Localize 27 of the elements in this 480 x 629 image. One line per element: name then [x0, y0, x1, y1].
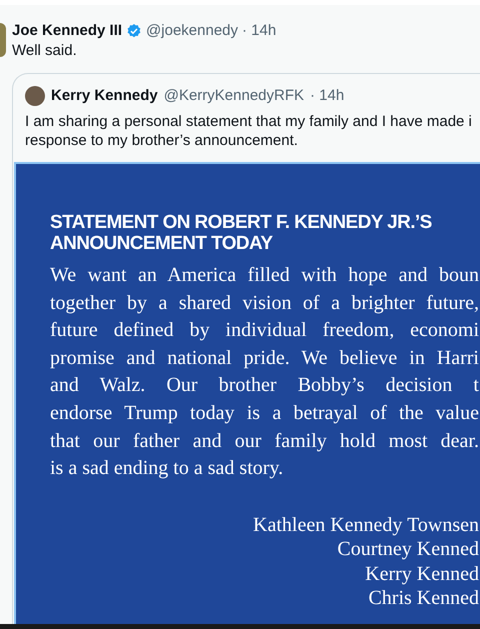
post-time[interactable]: · 14h [242, 21, 276, 41]
statement-heading: STATEMENT ON ROBERT F. KENNEDY JR.’S [50, 212, 433, 233]
user-handle[interactable]: @KerryKennedyRFK [164, 86, 304, 106]
statement-line: promise and national pride. We believe in Harri [50, 346, 479, 371]
statement-line: that our father and our family hold most dear. [50, 428, 479, 454]
signature-name: Chris Kenned [368, 586, 479, 611]
avatar[interactable] [0, 23, 6, 57]
user-name[interactable]: Joe Kennedy III [12, 21, 122, 41]
user-handle[interactable]: @joekennedy [146, 21, 238, 41]
statement-line: and Walz. Our brother Bobby’s decision t [50, 373, 479, 398]
statement-line: future defined by individual freedom, economi [50, 318, 479, 344]
statement-line: together by a shared vision of a brighter future, [50, 290, 479, 316]
signature-name: Kathleen Kennedy Townsen [253, 512, 479, 538]
avatar[interactable] [25, 86, 45, 106]
statement-heading: ANNOUNCEMENT TODAY [50, 233, 274, 254]
statement-image[interactable] [14, 162, 480, 624]
signature-name: Kerry Kenned [365, 562, 479, 586]
user-name[interactable]: Kerry Kennedy [51, 86, 158, 106]
statement-line: We want an America filled with hope and boun [50, 263, 479, 288]
post-time[interactable]: · 14h [310, 86, 344, 106]
statement-line: endorse Trump today is a betrayal of the value [50, 400, 479, 426]
post-text: I am sharing a personal statement that my family and I have made i [25, 112, 473, 131]
post-text: response to my brother’s announcement. [25, 131, 299, 150]
signature-name: Courtney Kenned [337, 537, 479, 562]
statement-line: is a sad ending to a sad story. [50, 456, 284, 482]
quoted-post[interactable] [12, 73, 480, 624]
post-text: Well said. [12, 41, 78, 61]
